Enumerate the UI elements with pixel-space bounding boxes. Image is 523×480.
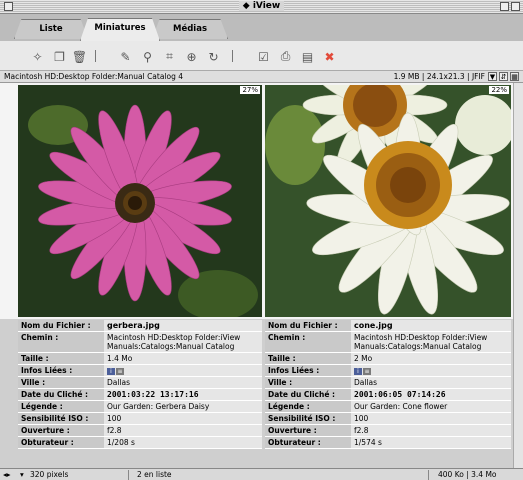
city: Dallas [351, 377, 511, 388]
info-row: Infos Liées : i ≡ [265, 365, 511, 377]
memory-size: 400 Ko | 3.4 Mo [438, 470, 497, 479]
current-path: Macintosh HD:Desktop Folder:Manual Catal… [4, 72, 184, 81]
thumbnail-size[interactable]: 320 pixels [30, 470, 68, 479]
iso: 100 [351, 413, 511, 424]
title-bar: ◆ iView [0, 0, 523, 14]
tab-medias[interactable]: Médias [152, 19, 228, 39]
gerbera-photo [18, 85, 262, 317]
info-row: Sensibilité ISO :100 [265, 413, 511, 425]
info-row: Nom du Fichier : gerbera.jpg [18, 320, 262, 332]
linked-info: i ≡ [351, 365, 511, 376]
size-arrows-icon[interactable]: ◂▸ [3, 470, 11, 479]
cone-photo [265, 85, 511, 317]
rotate-icon[interactable]: ↻ [206, 49, 221, 64]
gerbera-image[interactable]: 27% [18, 85, 262, 317]
path-bar: Macintosh HD:Desktop Folder:Manual Catal… [0, 71, 523, 83]
filter-icon[interactable]: ▼ [488, 72, 497, 81]
zoom-badge: 27% [240, 86, 260, 94]
info-row: Ouverture : f2.8 [265, 425, 511, 437]
info-row: Chemin : Macintosh HD:Desktop Folder:iVie… [265, 332, 511, 353]
info-row: Taille :2 Mo [265, 353, 511, 365]
wand-icon[interactable]: ✧ [30, 49, 45, 64]
info-row: Obturateur :1/574 s [265, 437, 511, 449]
window-title: ◆ iView [238, 1, 285, 11]
info-icon[interactable]: i [354, 368, 362, 375]
zoom-badge: 22% [489, 86, 509, 94]
trash-icon[interactable]: 🗑 [72, 49, 87, 64]
vertical-scrollbar[interactable] [513, 83, 523, 468]
info-row: Obturateur :1/208 s [18, 437, 262, 449]
view-icon[interactable]: ▦ [510, 72, 519, 81]
capture-date: 2001:03:22 13:17:16 [104, 389, 262, 400]
crop-icon[interactable]: ⌗ [162, 49, 177, 64]
checkbox-icon[interactable]: ☑ [256, 49, 271, 64]
file-size: 1.4 Mo [104, 353, 262, 364]
print-icon[interactable]: ⎙ [278, 49, 293, 64]
info-row: Ville : Dallas [18, 377, 262, 389]
image-meta: 1.9 MB | 24.1x21.3 | JFIF [393, 72, 485, 81]
file-path: Macintosh HD:Desktop Folder:iView Manual… [351, 332, 511, 352]
info-row: Légende : Our Garden: Gerbera Daisy [18, 401, 262, 413]
iso: 100 [104, 413, 262, 424]
info-row: Date du Cliché :2001:03:22 13:17:16 [18, 389, 262, 401]
thumbnail-area: 27% 22% [0, 83, 523, 319]
capture-date: 2001:06:05 07:14:26 [351, 389, 511, 400]
file-name: gerbera.jpg [104, 320, 262, 331]
zoom-icon[interactable]: ⊕ [184, 49, 199, 64]
file-name: cone.jpg [351, 320, 511, 331]
city: Dallas [104, 377, 262, 388]
caption: Our Garden: Cone flower [351, 401, 511, 412]
tab-bar: Liste Médias Miniatures [0, 14, 523, 41]
zoom-box[interactable] [500, 2, 509, 11]
sort-icon[interactable]: ⇵ [499, 72, 508, 81]
tab-liste[interactable]: Liste [14, 19, 88, 39]
file-size: 2 Mo [351, 353, 511, 364]
cone-image[interactable]: 22% [265, 85, 511, 317]
status-bar: ◂▸ ▾ 320 pixels 2 en liste 400 Ko | 3.4 … [0, 468, 523, 480]
linked-info: i ≡ [104, 365, 262, 376]
toolbar: ✧ ❐ 🗑 ✎ ⚲ ⌗ ⊕ ↻ ☑ ⎙ ▤ ✖ [0, 41, 523, 71]
zoom-popup-icon[interactable]: ▾ [20, 470, 24, 479]
note-icon[interactable]: ≡ [116, 368, 124, 375]
info-panel-cone: Nom du Fichier : cone.jpg Chemin : Macinto… [265, 320, 511, 468]
copy-icon[interactable]: ❐ [52, 49, 67, 64]
folder-icon[interactable]: ▤ [300, 49, 315, 64]
note-icon[interactable]: ≡ [363, 368, 371, 375]
info-icon[interactable]: i [107, 368, 115, 375]
shutter: 1/574 s [351, 437, 511, 448]
image-add-icon[interactable]: ⚲ [140, 49, 155, 64]
toolbar-separator [232, 50, 234, 62]
aperture: f2.8 [104, 425, 262, 436]
file-path: Macintosh HD:Desktop Folder:iView Manual… [104, 332, 262, 352]
collapse-box[interactable] [511, 2, 520, 11]
info-row: Date du Cliché :2001:06:05 07:14:26 [265, 389, 511, 401]
item-count: 2 en liste [137, 470, 172, 479]
info-row: Légende : Our Garden: Cone flower [265, 401, 511, 413]
info-row: Infos Liées : i ≡ [18, 365, 262, 377]
info-row: Ville : Dallas [265, 377, 511, 389]
aperture: f2.8 [351, 425, 511, 436]
edit-icon[interactable]: ✎ [118, 49, 133, 64]
tab-miniatures[interactable]: Miniatures [80, 18, 160, 41]
caption: Our Garden: Gerbera Daisy [104, 401, 262, 412]
info-panel-gerbera: Nom du Fichier : gerbera.jpg Chemin : Maci… [18, 320, 262, 468]
toolbar-separator [95, 50, 97, 62]
stop-icon[interactable]: ✖ [322, 49, 337, 64]
info-row: Taille :1.4 Mo [18, 353, 262, 365]
info-row: Sensibilité ISO :100 [18, 413, 262, 425]
info-row: Chemin : Macintosh HD:Desktop Folder:iVie… [18, 332, 262, 353]
shutter: 1/208 s [104, 437, 262, 448]
info-row: Ouverture : f2.8 [18, 425, 262, 437]
info-row: Nom du Fichier : cone.jpg [265, 320, 511, 332]
